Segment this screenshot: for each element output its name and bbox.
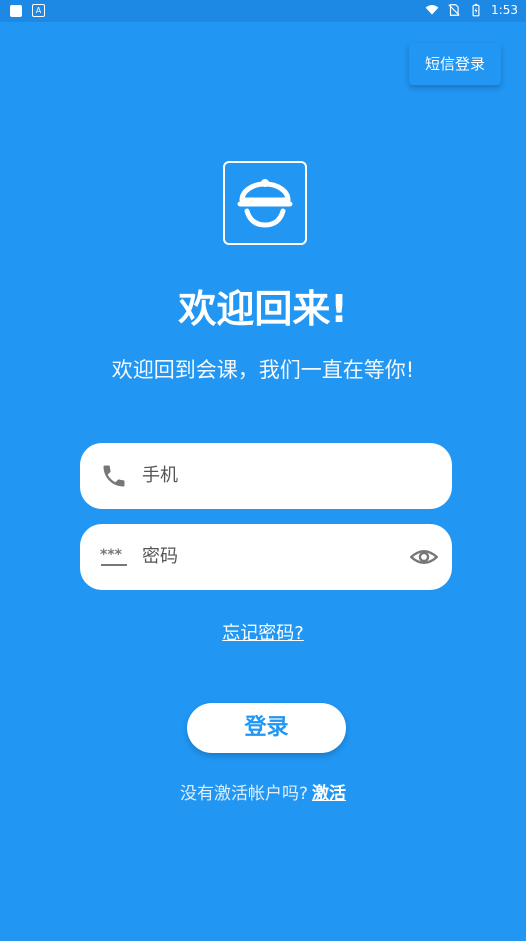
password-placeholder: 密码 — [142, 546, 178, 567]
eye-icon[interactable] — [410, 543, 438, 571]
app-logo — [223, 161, 307, 245]
password-mask-glyph: *** — [100, 547, 123, 563]
login-button[interactable]: 登录 — [187, 703, 346, 753]
status-bar: A 1:53 — [0, 0, 526, 22]
wifi-icon — [425, 5, 439, 15]
battery-icon — [472, 3, 480, 17]
page-subtitle: 欢迎回到会课，我们一直在等你! — [111, 358, 415, 382]
phone-icon — [103, 465, 125, 487]
page-title: 欢迎回来! — [178, 287, 348, 331]
no-sim-icon — [448, 4, 460, 16]
phone-field[interactable]: 手机 — [80, 443, 452, 509]
password-field[interactable]: *** 密码 — [80, 524, 452, 590]
forgot-password-link[interactable]: 忘记密码? — [0, 619, 526, 645]
keyboard-icon: A — [32, 4, 45, 17]
password-mask-icon: *** — [100, 547, 127, 566]
sms-login-button[interactable]: 短信登录 — [409, 43, 501, 85]
logo-icon — [237, 179, 293, 228]
app-icon — [10, 4, 22, 17]
status-right: 1:53 — [425, 3, 518, 17]
status-time: 1:53 — [491, 3, 518, 17]
activate-link[interactable]: 激活 — [312, 784, 346, 804]
phone-placeholder: 手机 — [142, 465, 178, 486]
activate-prompt: 没有激活帐户吗? 激活 — [0, 779, 526, 804]
status-left: A — [10, 4, 45, 17]
activate-question: 没有激活帐户吗? — [179, 784, 309, 804]
